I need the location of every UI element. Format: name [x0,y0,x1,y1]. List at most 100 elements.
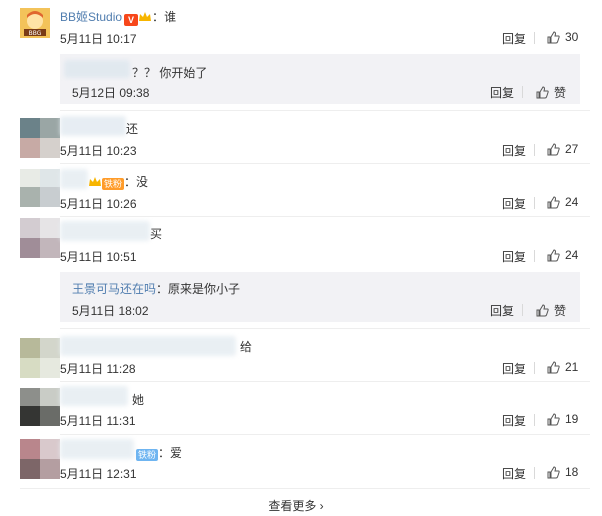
sub-reply: ？？ 你开始了 5月12日 09:38 回复 赞 [60,54,580,104]
reply-button[interactable]: 回复 [502,465,526,482]
reply-button[interactable]: 回复 [502,360,526,377]
separator: ： [156,282,169,296]
comment-line: 给 [240,338,252,355]
reply-button[interactable]: 回复 [502,248,526,265]
reply-button[interactable]: 回复 [502,195,526,212]
divider [534,414,535,426]
comment-text: 没 [136,175,149,189]
timestamp: 5月11日 10:51 [60,250,137,264]
comment-text: 原来是你小子 [168,282,241,296]
like-count: 24 [565,195,579,209]
reply-button[interactable]: 回复 [490,302,514,319]
thumbs-up-icon [536,304,549,317]
avatar[interactable] [20,338,60,378]
blurred-username [60,336,236,356]
avatar[interactable]: BBG [20,8,50,38]
thumbs-up-icon [547,195,560,209]
fan-badge: 铁粉 [136,449,159,461]
thumbs-up-icon [547,360,560,374]
comment-line: ？？ 你开始了 [132,64,207,81]
comment-item: 她 5月11日 11:31 回复 19 [0,384,592,436]
divider [60,216,590,217]
divider [534,467,535,479]
like-button[interactable]: 24 [547,248,578,262]
separator: ： [158,446,171,460]
avatar[interactable] [20,388,60,428]
view-more-label: 查看更多 [268,499,317,513]
sub-reply: 王景可马还在吗：原来是你小子 5月11日 18:02 回复 赞 [60,272,580,322]
username[interactable]: BB姬Studio [60,10,122,24]
divider [20,488,590,489]
comment-text: 还 [126,122,139,136]
like-label: 赞 [554,86,567,100]
v-verified-icon: V [124,14,139,26]
comment-line: 买 [150,225,162,242]
timestamp: 5月11日 11:31 [60,414,136,428]
load-more: 查看更多 › [0,497,592,514]
like-button[interactable]: 24 [547,195,578,209]
like-button[interactable]: 赞 [536,84,566,101]
like-button[interactable]: 18 [547,465,578,479]
comment-text: 爱 [170,446,183,460]
blurred-username [60,221,150,241]
comment-text: 给 [240,340,253,354]
like-count: 21 [565,360,579,374]
divider [534,197,535,209]
crown-icon [88,176,102,188]
like-button[interactable]: 19 [547,412,578,426]
like-button[interactable]: 赞 [536,302,566,319]
thumbs-up-icon [547,248,560,262]
divider [534,362,535,374]
like-button[interactable]: 21 [547,360,578,374]
thumbs-up-icon [536,86,549,99]
like-button[interactable]: 30 [547,30,578,44]
comment-line: 还 [126,120,138,137]
timestamp: 5月12日 09:38 [72,86,150,100]
comment-line: 铁粉 ：爱 [136,444,182,461]
separator: ： [152,10,165,24]
blurred-username [60,169,88,189]
comment-item: 买 5月11日 10:51 回复 24 [0,218,592,270]
avatar[interactable] [20,118,60,158]
like-button[interactable]: 27 [547,142,578,156]
blurred-username [64,60,130,78]
timestamp: 5月11日 10:26 [60,197,137,211]
like-count: 24 [565,248,579,262]
blurred-username [60,386,128,406]
like-count: 18 [565,465,579,479]
divider [60,328,590,329]
chevron-right-icon: › [319,499,324,513]
comment-item: 给 5月11日 11:28 回复 21 [0,332,592,384]
comment-text: 买 [150,227,163,241]
svg-text:BBG: BBG [29,30,42,37]
avatar[interactable] [20,169,60,209]
like-count: 19 [565,412,579,426]
divider [534,250,535,262]
timestamp: 5月11日 12:31 [60,467,137,481]
comment-text: ？？ 你开始了 [132,66,208,80]
username[interactable]: 王景可马还在吗 [72,282,156,296]
reply-button[interactable]: 回复 [490,84,514,101]
divider [522,86,523,98]
divider [534,144,535,156]
reply-button[interactable]: 回复 [502,142,526,159]
view-more-link[interactable]: 查看更多 › [268,499,323,513]
like-count: 30 [565,30,579,44]
divider [60,110,590,111]
reply-button[interactable]: 回复 [502,30,526,47]
reply-button[interactable]: 回复 [502,412,526,429]
comment-item: 铁粉 ：没 5月11日 10:26 回复 24 [0,165,592,217]
timestamp: 5月11日 18:02 [72,304,149,318]
thumbs-up-icon [547,142,560,156]
comment-line: 她 [132,391,144,408]
divider [60,381,590,382]
comment-text: 她 [132,393,145,407]
avatar[interactable] [20,218,60,258]
comment-item: 铁粉 ：爱 5月11日 12:31 回复 18 [0,437,592,489]
like-count: 27 [565,142,579,156]
divider [60,163,590,164]
divider [60,434,590,435]
blurred-username [60,439,134,459]
comment-line: 王景可马还在吗：原来是你小子 [72,280,240,297]
avatar[interactable] [20,439,60,479]
